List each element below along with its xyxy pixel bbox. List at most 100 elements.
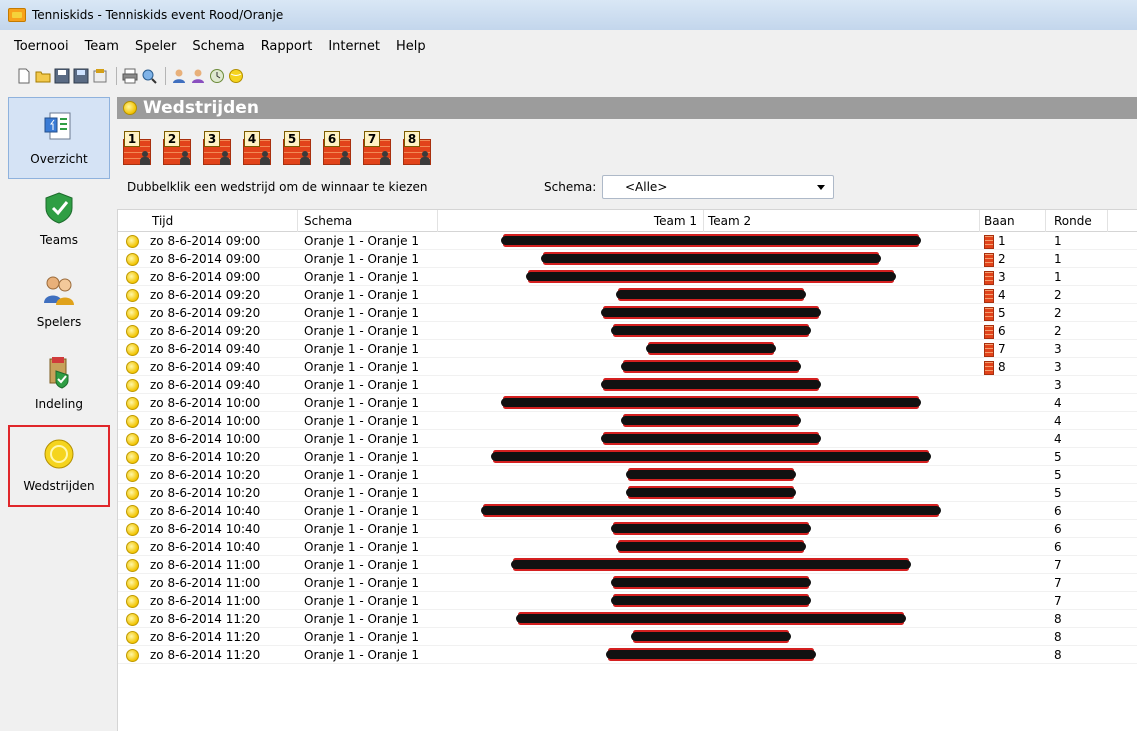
cell-baan: 6	[980, 322, 1046, 340]
add-team-icon[interactable]	[171, 68, 187, 84]
table-row[interactable]: zo 8-6-2014 11:00 Oranje 1 - Oranje 1 7	[118, 556, 1137, 574]
row-status-cell	[118, 610, 146, 628]
new-file-icon[interactable]	[16, 68, 32, 84]
table-row[interactable]: zo 8-6-2014 11:00 Oranje 1 - Oranje 1 7	[118, 574, 1137, 592]
court-button-4[interactable]: 4	[243, 131, 273, 167]
sidebar-item-spelers[interactable]: Spelers	[8, 261, 110, 343]
cell-teams-redacted	[438, 448, 980, 466]
cell-ronde: 1	[1054, 252, 1062, 266]
court-button-3[interactable]: 3	[203, 131, 233, 167]
table-row[interactable]: zo 8-6-2014 11:20 Oranje 1 - Oranje 1 8	[118, 610, 1137, 628]
menu-schema[interactable]: Schema	[192, 39, 244, 54]
court-button-1[interactable]: 1	[123, 131, 153, 167]
add-player-icon[interactable]	[190, 68, 206, 84]
cell-tijd: zo 8-6-2014 10:00	[150, 432, 261, 446]
cell-baan	[980, 502, 1046, 520]
cell-baan: 2	[980, 250, 1046, 268]
table-row[interactable]: zo 8-6-2014 09:20 Oranje 1 - Oranje 1 6 2	[118, 322, 1137, 340]
court-button-7[interactable]: 7	[363, 131, 393, 167]
court-number: 8	[404, 131, 420, 147]
table-row[interactable]: zo 8-6-2014 09:20 Oranje 1 - Oranje 1 5 2	[118, 304, 1137, 322]
table-row[interactable]: zo 8-6-2014 11:20 Oranje 1 - Oranje 1 8	[118, 628, 1137, 646]
table-row[interactable]: zo 8-6-2014 10:20 Oranje 1 - Oranje 1 5	[118, 448, 1137, 466]
menu-team[interactable]: Team	[85, 39, 119, 54]
ball-icon[interactable]	[228, 68, 244, 84]
row-status-cell	[118, 520, 146, 538]
court-number: 5	[284, 131, 300, 147]
menu-help[interactable]: Help	[396, 39, 426, 54]
cell-baan	[980, 394, 1046, 412]
table-row[interactable]: zo 8-6-2014 09:40 Oranje 1 - Oranje 1 8 3	[118, 358, 1137, 376]
table-row[interactable]: zo 8-6-2014 09:40 Oranje 1 - Oranje 1 3	[118, 376, 1137, 394]
header-schema[interactable]: Schema	[298, 210, 438, 232]
save-as-icon[interactable]	[73, 68, 89, 84]
sidebar-item-indeling[interactable]: Indeling	[8, 343, 110, 425]
properties-icon[interactable]	[92, 68, 108, 84]
cell-ronde: 7	[1054, 576, 1062, 590]
menu-speler[interactable]: Speler	[135, 39, 176, 54]
menu-toernooi[interactable]: Toernooi	[14, 39, 69, 54]
menu-rapport[interactable]: Rapport	[261, 39, 313, 54]
table-row[interactable]: zo 8-6-2014 09:00 Oranje 1 - Oranje 1 1 1	[118, 232, 1137, 250]
court-button-6[interactable]: 6	[323, 131, 353, 167]
cell-tijd: zo 8-6-2014 09:20	[150, 324, 261, 338]
sidebar-item-wedstrijden[interactable]: Wedstrijden	[8, 425, 110, 507]
schema-dropdown[interactable]: <Alle>	[602, 175, 834, 199]
table-row[interactable]: zo 8-6-2014 10:20 Oranje 1 - Oranje 1 5	[118, 466, 1137, 484]
ball-icon	[125, 630, 139, 644]
row-status-cell	[118, 484, 146, 502]
table-row[interactable]: zo 8-6-2014 09:40 Oranje 1 - Oranje 1 7 3	[118, 340, 1137, 358]
cell-ronde: 2	[1054, 306, 1062, 320]
save-icon[interactable]	[54, 68, 70, 84]
redaction-mark	[491, 452, 931, 461]
cell-teams-redacted	[438, 322, 980, 340]
table-row[interactable]: zo 8-6-2014 10:40 Oranje 1 - Oranje 1 6	[118, 520, 1137, 538]
table-row[interactable]: zo 8-6-2014 09:20 Oranje 1 - Oranje 1 4 2	[118, 286, 1137, 304]
header-teams[interactable]: Team 1 Team 2	[438, 210, 980, 232]
table-row[interactable]: zo 8-6-2014 11:00 Oranje 1 - Oranje 1 7	[118, 592, 1137, 610]
cell-teams-redacted	[438, 628, 980, 646]
cell-baan	[980, 448, 1046, 466]
header-team2[interactable]: Team 2	[704, 214, 751, 228]
cell-teams-redacted	[438, 574, 980, 592]
menu-internet[interactable]: Internet	[328, 39, 380, 54]
app-logo-icon	[8, 8, 26, 22]
header-baan[interactable]: Baan	[980, 210, 1046, 232]
menu-bar: Toernooi Team Speler Schema Rapport Inte…	[0, 34, 1137, 58]
table-row[interactable]: zo 8-6-2014 10:00 Oranje 1 - Oranje 1 4	[118, 394, 1137, 412]
table-row[interactable]: zo 8-6-2014 10:40 Oranje 1 - Oranje 1 6	[118, 538, 1137, 556]
table-row[interactable]: zo 8-6-2014 09:00 Oranje 1 - Oranje 1 2 1	[118, 250, 1137, 268]
court-icon	[984, 324, 994, 339]
open-folder-icon[interactable]	[35, 68, 51, 84]
cell-baan	[980, 538, 1046, 556]
cell-teams-redacted	[438, 484, 980, 502]
table-row[interactable]: zo 8-6-2014 11:20 Oranje 1 - Oranje 1 8	[118, 646, 1137, 664]
cell-ronde: 4	[1054, 414, 1062, 428]
print-icon[interactable]	[122, 68, 138, 84]
cell-baan	[980, 376, 1046, 394]
sidebar-item-teams[interactable]: Teams	[8, 179, 110, 261]
table-row[interactable]: zo 8-6-2014 10:20 Oranje 1 - Oranje 1 5	[118, 484, 1137, 502]
print-preview-icon[interactable]	[141, 68, 157, 84]
redaction-mark	[481, 506, 941, 515]
ball-icon	[42, 437, 76, 471]
court-icon	[984, 270, 994, 285]
redaction-mark	[626, 488, 796, 497]
header-team1[interactable]: Team 1	[438, 210, 704, 232]
table-row[interactable]: zo 8-6-2014 09:00 Oranje 1 - Oranje 1 3 1	[118, 268, 1137, 286]
schedule-icon[interactable]	[209, 68, 225, 84]
table-row[interactable]: zo 8-6-2014 10:00 Oranje 1 - Oranje 1 4	[118, 412, 1137, 430]
header-ronde[interactable]: Ronde	[1046, 210, 1108, 232]
baan-number: 6	[998, 324, 1006, 338]
court-button-2[interactable]: 2	[163, 131, 193, 167]
court-button-5[interactable]: 5	[283, 131, 313, 167]
court-button-8[interactable]: 8	[403, 131, 433, 167]
table-row[interactable]: zo 8-6-2014 10:00 Oranje 1 - Oranje 1 4	[118, 430, 1137, 448]
sidebar-item-overzicht[interactable]: Overzicht	[8, 97, 110, 179]
ball-icon	[125, 360, 139, 374]
header-tijd[interactable]: Tijd	[118, 210, 298, 232]
court-number: 2	[164, 131, 180, 147]
redaction-mark	[621, 362, 801, 371]
table-row[interactable]: zo 8-6-2014 10:40 Oranje 1 - Oranje 1 6	[118, 502, 1137, 520]
cell-ronde: 8	[1054, 630, 1062, 644]
